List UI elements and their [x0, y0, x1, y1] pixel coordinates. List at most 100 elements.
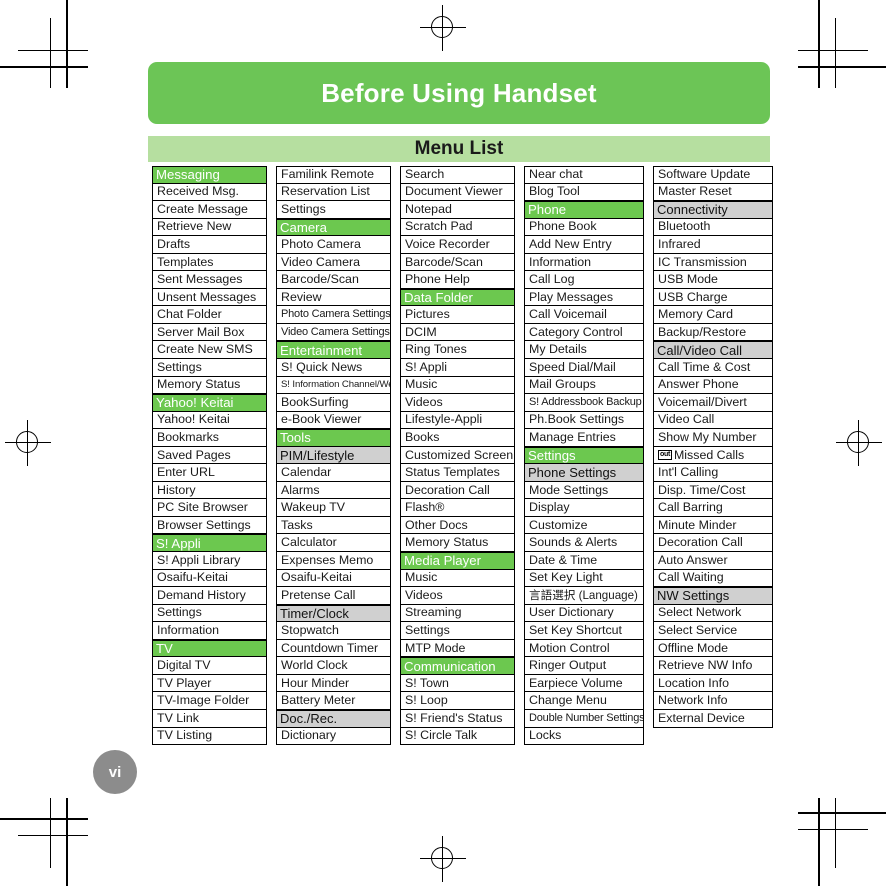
menu-item-label: Software Update	[658, 167, 751, 182]
menu-item-label: Enter URL	[157, 465, 215, 480]
menu-item-settings: Settings	[152, 359, 267, 377]
menu-item-received-msg: Received Msg.	[152, 183, 267, 202]
crop-mark-tl-v	[66, 0, 68, 88]
menu-item-label: Streaming	[405, 605, 462, 620]
menu-item-label: Stopwatch	[281, 622, 339, 637]
menu-item-label: Calculator	[281, 535, 337, 550]
menu-item-videos: Videos	[400, 394, 515, 412]
menu-item-label: Unsent Messages	[157, 289, 257, 304]
chapter-title-banner: Before Using Handset	[148, 62, 770, 124]
menu-item-tasks: Tasks	[276, 516, 391, 535]
category-header-data-folder: Data Folder	[400, 288, 515, 307]
menu-item-label: Expenses Memo	[281, 552, 374, 567]
menu-item-label: Speed Dial/Mail	[529, 359, 616, 374]
menu-item-backup-restore: Backup/Restore	[653, 323, 773, 342]
menu-item-label: Received Msg.	[157, 184, 239, 199]
menu-item-double-number-settings: Double Number Settings	[524, 709, 644, 728]
menu-item-label: Call Time & Cost	[658, 359, 751, 374]
menu-item-label: External Device	[658, 710, 745, 725]
menu-item-bluetooth: Bluetooth	[653, 218, 773, 237]
category-header-media-player: Media Player	[400, 552, 515, 570]
menu-item-label: Videos	[405, 587, 443, 602]
menu-item-label: TV	[156, 641, 173, 657]
menu-item-play-messages: Play Messages	[524, 288, 644, 307]
menu-item-label: Answer Phone	[658, 377, 739, 392]
menu-item-label: Yahoo! Keitai	[156, 395, 234, 411]
crop-mark-tr-v2	[835, 18, 837, 88]
menu-item-tv-player: TV Player	[152, 674, 267, 693]
menu-item-decoration-call: Decoration Call	[400, 481, 515, 500]
menu-item-call-barring: Call Barring	[653, 499, 773, 517]
menu-item-language: 言語選択 (Language)	[524, 587, 644, 605]
menu-item-label: S! Information Channel/Weather	[281, 379, 390, 391]
menu-item-locks: Locks	[524, 727, 644, 746]
menu-item-expenses-memo: Expenses Memo	[276, 552, 391, 570]
menu-item-label: Chat Folder	[157, 307, 222, 322]
menu-item-label: Browser Settings	[157, 517, 251, 532]
menu-item-label: Photo Camera	[281, 236, 361, 251]
menu-item-templates: Templates	[152, 253, 267, 272]
menu-item-label: Sounds & Alerts	[529, 535, 618, 550]
menu-item-flash: Flash®	[400, 499, 515, 517]
menu-item-history: History	[152, 481, 267, 500]
menu-item-label: Settings	[157, 359, 202, 374]
menu-item-label: Hour Minder	[281, 675, 350, 690]
menu-item-tv-link: TV Link	[152, 709, 267, 728]
menu-item-create-new-sms: Create New SMS	[152, 341, 267, 360]
menu-item-demand-history: Demand History	[152, 587, 267, 605]
menu-item-label: S! Addressbook Backup	[529, 395, 642, 408]
menu-item-label: Customized Screen	[405, 447, 514, 462]
menu-column-1: Messaging Received Msg. Create Message Retr…	[152, 166, 267, 746]
menu-item-alarms: Alarms	[276, 481, 391, 500]
menu-item-label: Motion Control	[529, 640, 610, 655]
menu-item-external-device: External Device	[653, 709, 773, 728]
menu-item-voice-recorder: Voice Recorder	[400, 236, 515, 254]
menu-item-call-voicemail: Call Voicemail	[524, 306, 644, 324]
menu-item-label: Countdown Timer	[281, 640, 379, 655]
crop-mark-bl-v	[66, 798, 68, 886]
menu-item-information: Information	[524, 253, 644, 272]
menu-item-memory-status: Memory Status	[152, 376, 267, 395]
menu-item-set-key-shortcut: Set Key Shortcut	[524, 622, 644, 640]
menu-item-label: Camera	[280, 219, 327, 235]
registration-target-bottom	[420, 836, 466, 882]
menu-item-label: Connectivity	[657, 202, 728, 218]
menu-item-label: Information	[529, 254, 591, 269]
menu-item-videos: Videos	[400, 587, 515, 605]
menu-item-mode-settings: Mode Settings	[524, 481, 644, 500]
menu-item-label: Communication	[404, 658, 496, 674]
menu-item-label: Phone Book	[529, 219, 597, 234]
menu-item-label: Offline Mode	[658, 640, 729, 655]
menu-item-display: Display	[524, 499, 644, 517]
menu-item-network-info: Network Info	[653, 692, 773, 710]
menu-item-auto-answer: Auto Answer	[653, 552, 773, 570]
subcategory-header-doc-rec: Doc./Rec.	[276, 709, 391, 728]
crop-mark-tl-v2	[50, 18, 52, 88]
menu-item-label: Infrared	[658, 236, 701, 251]
menu-item-label: Familink Remote	[281, 167, 374, 182]
menu-item-label: Ph.Book Settings	[529, 412, 625, 427]
menu-item-label: Alarms	[281, 482, 320, 497]
menu-item-phone-help: Phone Help	[400, 271, 515, 289]
menu-item-label: Set Key Light	[529, 570, 603, 585]
menu-item-user-dictionary: User Dictionary	[524, 604, 644, 623]
menu-item-s-friend-s-status: S! Friend's Status	[400, 709, 515, 728]
menu-item-ringer-output: Ringer Output	[524, 657, 644, 675]
section-title-banner: Menu List	[148, 136, 770, 162]
crop-mark-bl-v2	[50, 798, 52, 868]
menu-item-motion-control: Motion Control	[524, 639, 644, 658]
menu-item-label: Server Mail Box	[157, 324, 245, 339]
menu-item-scratch-pad: Scratch Pad	[400, 218, 515, 237]
menu-item-label: Memory Card	[658, 307, 734, 322]
menu-item-enter-url: Enter URL	[152, 464, 267, 482]
menu-item-books: Books	[400, 429, 515, 447]
menu-item-voicemail-divert: Voicemail/Divert	[653, 394, 773, 412]
menu-item-label: Demand History	[157, 587, 246, 602]
menu-item-label: Memory Status	[405, 535, 489, 550]
crop-mark-tr-h2	[798, 50, 868, 52]
menu-item-label: Call Waiting	[658, 570, 724, 585]
menu-item-label: Play Messages	[529, 289, 614, 304]
menu-item-label: Settings	[405, 622, 450, 637]
menu-item-settings: Settings	[152, 604, 267, 623]
menu-item-label: Status Templates	[405, 465, 500, 480]
